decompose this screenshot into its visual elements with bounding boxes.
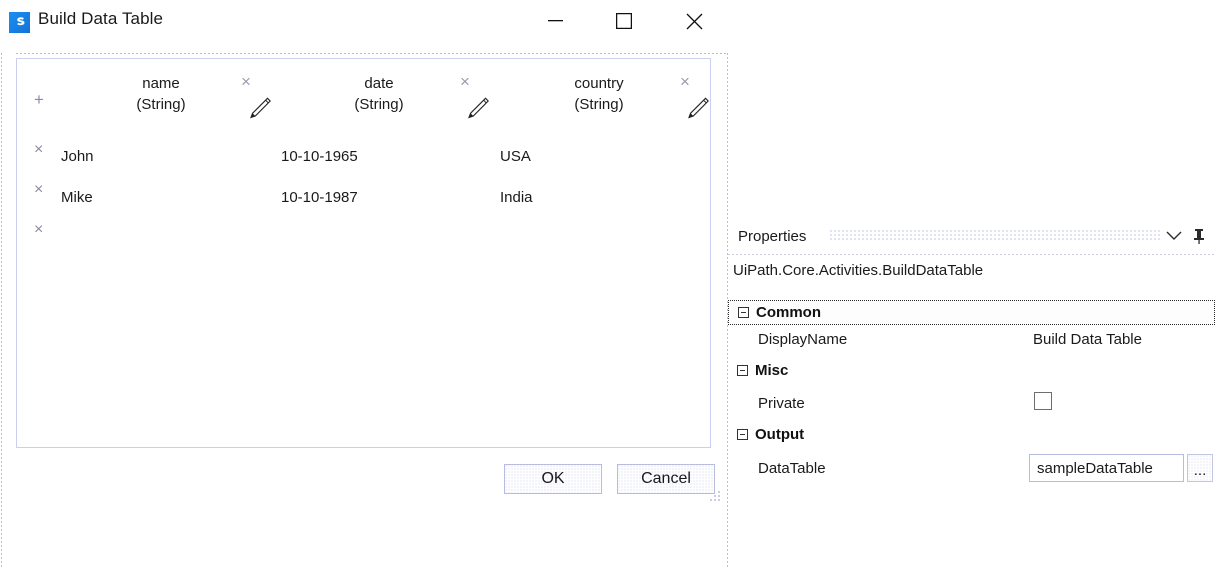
column-name-label: country <box>529 73 669 94</box>
app-window: Build Data Table + name (String) × <box>0 0 1215 569</box>
table-cell[interactable]: 10-10-1965 <box>281 148 358 166</box>
property-group-misc[interactable]: Misc <box>728 359 1215 384</box>
column-type-label: (String) <box>91 94 231 115</box>
property-value-displayname[interactable]: Build Data Table <box>1033 331 1142 348</box>
properties-panel: Properties UiPath.Core.Activities.BuildD… <box>728 222 1215 569</box>
column-header-country: country (String) <box>529 73 669 115</box>
collapse-toggle-icon[interactable] <box>737 429 748 440</box>
properties-grid: Common DisplayName Build Data Table Misc… <box>728 300 1215 490</box>
properties-header-divider <box>728 254 1215 255</box>
uipath-logo-icon <box>9 12 30 33</box>
minimize-button[interactable] <box>532 0 578 42</box>
dialog-left-divider <box>1 53 2 569</box>
property-group-label: Output <box>755 426 804 443</box>
activity-type-name: UiPath.Core.Activities.BuildDataTable <box>733 262 983 279</box>
table-cell[interactable]: 10-10-1987 <box>281 189 358 207</box>
property-name-displayname: DisplayName <box>758 331 847 348</box>
column-header-date: date (String) <box>309 73 449 115</box>
panel-drag-handle[interactable] <box>830 230 1160 241</box>
property-group-label: Common <box>756 304 821 321</box>
delete-row-button[interactable]: × <box>34 222 43 238</box>
edit-column-name-button[interactable] <box>246 95 273 122</box>
column-name-label: name <box>91 73 231 94</box>
maximize-button[interactable] <box>601 0 647 42</box>
ok-button[interactable]: OK <box>504 464 602 494</box>
cancel-button[interactable]: Cancel <box>617 464 715 494</box>
property-group-label: Misc <box>755 362 788 379</box>
datatable-value-input[interactable]: sampleDataTable <box>1029 454 1184 482</box>
table-cell[interactable]: USA <box>500 148 531 166</box>
dialog-top-divider <box>16 53 728 54</box>
pin-icon[interactable] <box>1192 228 1206 245</box>
title-bar: Build Data Table <box>0 0 1215 45</box>
properties-panel-title: Properties <box>738 228 806 245</box>
delete-column-name-button[interactable]: × <box>241 73 251 90</box>
edit-column-country-button[interactable] <box>684 95 711 122</box>
column-name-label: date <box>309 73 449 94</box>
chevron-down-icon[interactable] <box>1165 230 1183 242</box>
resize-grip[interactable] <box>708 489 722 503</box>
delete-row-button[interactable]: × <box>34 182 43 198</box>
data-table-editor: + name (String) × date (String) × <box>16 58 711 448</box>
column-type-label: (String) <box>309 94 449 115</box>
delete-column-date-button[interactable]: × <box>460 73 470 90</box>
collapse-toggle-icon[interactable] <box>738 307 749 318</box>
close-button[interactable] <box>671 0 717 42</box>
add-row-button[interactable]: + <box>34 91 44 108</box>
delete-row-button[interactable]: × <box>34 142 43 158</box>
property-group-common[interactable]: Common <box>728 300 1215 325</box>
table-cell[interactable]: India <box>500 189 533 207</box>
table-cell[interactable]: John <box>61 148 94 166</box>
property-name-datatable: DataTable <box>758 460 826 477</box>
datatable-browse-button[interactable]: ... <box>1187 454 1213 482</box>
column-type-label: (String) <box>529 94 669 115</box>
collapse-toggle-icon[interactable] <box>737 365 748 376</box>
edit-column-date-button[interactable] <box>464 95 491 122</box>
table-cell[interactable]: Mike <box>61 189 93 207</box>
property-name-private: Private <box>758 395 805 412</box>
property-group-output[interactable]: Output <box>728 423 1215 448</box>
private-checkbox[interactable] <box>1034 392 1052 410</box>
delete-column-country-button[interactable]: × <box>680 73 690 90</box>
column-header-name: name (String) <box>91 73 231 115</box>
window-title: Build Data Table <box>38 9 163 29</box>
